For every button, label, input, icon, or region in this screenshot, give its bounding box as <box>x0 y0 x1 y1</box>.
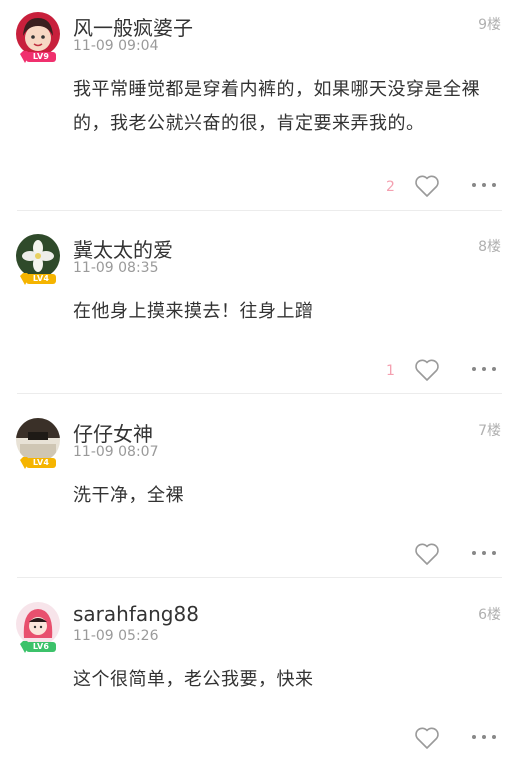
timestamp: 11-09 08:35 <box>73 260 159 276</box>
level-label: LV9 <box>26 52 56 62</box>
timestamp: 11-09 08:07 <box>73 444 159 460</box>
level-label: LV6 <box>26 642 56 652</box>
comment-actions: 1 <box>363 356 503 384</box>
like-count: 2 <box>386 179 395 195</box>
comment-item: LV9 风一般疯婆子 11-09 09:04 9楼 我平常睡觉都是穿着内裤的，如… <box>0 0 519 211</box>
level-label: LV4 <box>26 274 56 284</box>
more-options-icon[interactable] <box>470 364 498 374</box>
more-options-icon[interactable] <box>470 732 498 742</box>
avatar[interactable]: LV9 <box>16 12 60 64</box>
heart-icon[interactable] <box>414 542 440 566</box>
divider <box>17 210 502 211</box>
floor-number: 9楼 <box>478 17 501 33</box>
timestamp: 11-09 09:04 <box>73 38 159 54</box>
more-options-icon[interactable] <box>470 548 498 558</box>
avatar[interactable]: LV6 <box>16 602 60 654</box>
comment-item: LV6 sarahfang88 11-09 05:26 6楼 这个很简单，老公我… <box>0 590 519 774</box>
heart-icon[interactable] <box>414 174 440 198</box>
level-label: LV4 <box>26 458 56 468</box>
comment-text: 我平常睡觉都是穿着内裤的，如果哪天没穿是全裸的，我老公就兴奋的很，肯定要来弄我的… <box>73 79 480 134</box>
comment-actions <box>363 724 503 752</box>
more-options-icon[interactable] <box>470 180 498 190</box>
comment-item: LV4 仔仔女神 11-09 08:07 7楼 洗干净，全裸 <box>0 406 519 590</box>
avatar[interactable]: LV4 <box>16 418 60 470</box>
comment-text: 洗干净，全裸 <box>73 485 184 506</box>
username[interactable]: sarahfang88 <box>73 602 199 626</box>
comment-actions: 2 <box>363 172 503 200</box>
avatar[interactable]: LV4 <box>16 234 60 286</box>
username[interactable]: 仔仔女神 <box>73 418 153 447</box>
like-count: 1 <box>386 363 395 379</box>
timestamp: 11-09 05:26 <box>73 628 159 644</box>
heart-icon[interactable] <box>414 726 440 750</box>
floor-number: 7楼 <box>478 423 501 439</box>
username[interactable]: 风一般疯婆子 <box>73 12 193 41</box>
divider <box>17 393 502 394</box>
level-badge: LV9 <box>18 50 60 64</box>
heart-icon[interactable] <box>414 358 440 382</box>
floor-number: 8楼 <box>478 239 501 255</box>
level-badge: LV6 <box>18 640 60 654</box>
comment-item: LV4 冀太太的爱 11-09 08:35 8楼 在他身上摸来摸去！往身上蹭 1 <box>0 222 519 406</box>
comment-text: 在他身上摸来摸去！往身上蹭 <box>73 301 314 322</box>
comment-actions <box>363 540 503 568</box>
level-badge: LV4 <box>18 456 60 470</box>
comment-text: 这个很简单，老公我要，快来 <box>73 669 314 690</box>
level-badge: LV4 <box>18 272 60 286</box>
floor-number: 6楼 <box>478 607 501 623</box>
divider <box>17 577 502 578</box>
username[interactable]: 冀太太的爱 <box>73 234 173 263</box>
